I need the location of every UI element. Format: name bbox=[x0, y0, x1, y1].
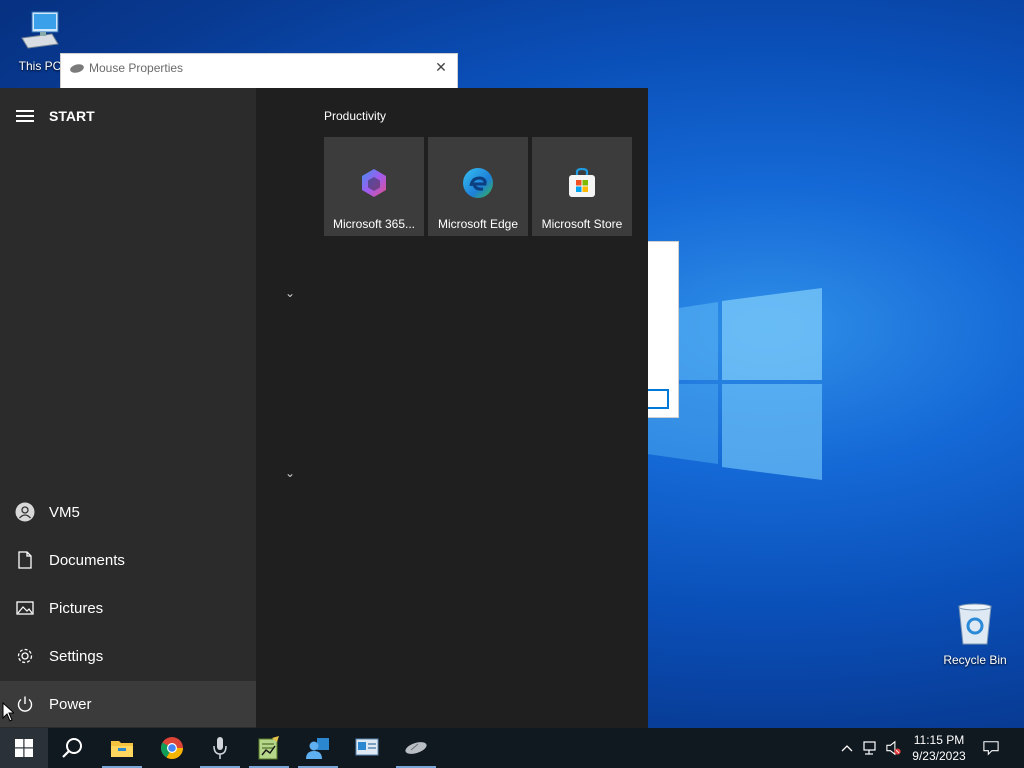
microsoft-365-icon bbox=[362, 169, 386, 197]
chrome-icon bbox=[161, 737, 183, 759]
pictures-icon bbox=[15, 598, 35, 618]
start-menu: START VM5 Documents Pictures Settings Po… bbox=[0, 88, 648, 728]
tile-label: Microsoft 365... bbox=[332, 217, 416, 231]
sidebar-item-settings[interactable]: Settings bbox=[0, 633, 256, 679]
taskbar-control-panel[interactable] bbox=[343, 728, 391, 768]
sidebar-item-label: Power bbox=[49, 695, 92, 713]
start-title: START bbox=[49, 108, 95, 124]
sidebar-item-user[interactable]: VM5 bbox=[0, 489, 256, 535]
dialog-button[interactable] bbox=[647, 389, 669, 409]
tile-label: Microsoft Edge bbox=[437, 217, 519, 231]
start-button[interactable] bbox=[0, 728, 48, 768]
notification-icon[interactable] bbox=[983, 740, 999, 756]
desktop-icon-recycle-bin[interactable]: Recycle Bin bbox=[937, 602, 1013, 667]
start-menu-sidebar: START VM5 Documents Pictures Settings Po… bbox=[0, 88, 256, 728]
start-icon bbox=[15, 739, 33, 757]
close-button[interactable]: ✕ bbox=[433, 59, 449, 75]
sidebar-item-documents[interactable]: Documents bbox=[0, 537, 256, 583]
microphone-icon bbox=[213, 737, 227, 759]
network-icon[interactable] bbox=[863, 740, 879, 756]
hamburger-menu-icon[interactable] bbox=[16, 110, 34, 122]
taskbar: 11:15 PM 9/23/2023 bbox=[0, 728, 1024, 768]
clock-time: 11:15 PM bbox=[913, 733, 965, 747]
search-button[interactable] bbox=[48, 728, 96, 768]
mouse-cursor-icon bbox=[2, 702, 14, 722]
chevron-down-icon[interactable]: ⌄ bbox=[285, 286, 301, 302]
edge-icon bbox=[463, 168, 493, 198]
taskbar-people[interactable] bbox=[294, 728, 342, 768]
mouse-icon bbox=[405, 742, 427, 754]
system-clock[interactable]: 11:15 PM 9/23/2023 bbox=[900, 732, 978, 764]
file-explorer-icon bbox=[111, 741, 133, 757]
sidebar-item-label: VM5 bbox=[49, 503, 80, 521]
tile-label: Microsoft Store bbox=[541, 217, 623, 231]
document-icon bbox=[15, 550, 35, 570]
sidebar-item-label: Documents bbox=[49, 551, 125, 569]
start-menu-app-list bbox=[256, 88, 316, 728]
sidebar-item-pictures[interactable]: Pictures bbox=[0, 585, 256, 631]
mouse-icon bbox=[70, 64, 84, 73]
desktop-icon-label: Recycle Bin bbox=[943, 653, 1007, 667]
mouse-properties-window[interactable]: Mouse Properties ✕ bbox=[60, 53, 458, 89]
search-icon bbox=[62, 738, 82, 758]
people-icon bbox=[306, 738, 329, 759]
sidebar-item-power[interactable]: Power bbox=[0, 681, 256, 727]
control-panel-icon bbox=[355, 738, 379, 756]
chevron-up-icon[interactable] bbox=[839, 740, 855, 756]
taskbar-mouse-properties[interactable] bbox=[392, 728, 440, 768]
sidebar-item-label: Pictures bbox=[49, 599, 104, 617]
gear-icon bbox=[15, 646, 35, 666]
taskbar-chrome[interactable] bbox=[148, 728, 196, 768]
user-avatar-icon bbox=[15, 502, 35, 522]
taskbar-file-explorer[interactable] bbox=[98, 728, 146, 768]
start-header: START bbox=[0, 104, 256, 128]
chevron-down-icon[interactable]: ⌄ bbox=[285, 466, 301, 482]
notepad-chart-icon bbox=[258, 736, 279, 760]
tile-microsoft-store[interactable]: Microsoft Store bbox=[532, 137, 632, 236]
tile-microsoft-edge[interactable]: Microsoft Edge bbox=[428, 137, 528, 236]
recycle-bin-icon bbox=[958, 603, 992, 645]
store-icon bbox=[569, 167, 595, 197]
clock-date: 9/23/2023 bbox=[912, 749, 966, 763]
taskbar-notepad-chart[interactable] bbox=[245, 728, 293, 768]
tile-group-title: Productivity bbox=[324, 109, 387, 123]
tile-microsoft-365[interactable]: Microsoft 365... bbox=[324, 137, 424, 236]
window-title: Mouse Properties bbox=[89, 61, 184, 75]
power-icon bbox=[15, 694, 35, 714]
computer-icon bbox=[21, 11, 59, 49]
sidebar-item-label: Settings bbox=[49, 647, 104, 665]
taskbar-voice-recorder[interactable] bbox=[196, 728, 244, 768]
